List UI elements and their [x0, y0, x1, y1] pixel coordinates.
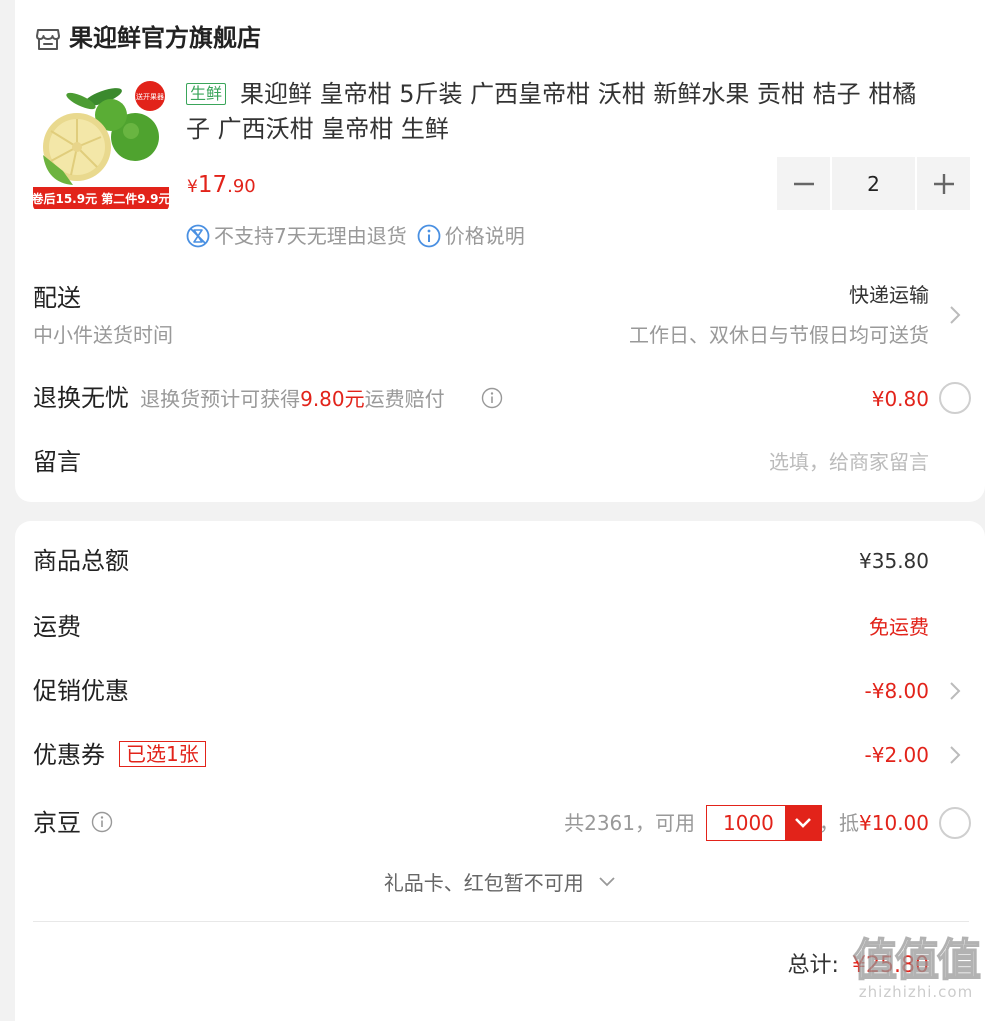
delivery-time[interactable]: 工作日、双休日与节假日均可送货	[629, 321, 929, 349]
site-watermark: 值值值 zhizhizhi.com	[852, 935, 982, 1001]
plus-icon	[933, 173, 954, 194]
return-insurance-amount: 9.80元	[300, 387, 365, 411]
delivery-method[interactable]: 快递运输	[849, 281, 929, 309]
promo-label: 促销优惠	[33, 677, 129, 705]
shipping-value: 免运费	[869, 615, 929, 639]
image-banner-text: 卷后15.9元 第二件9.9元	[33, 191, 169, 206]
coupon-chevron-right-icon[interactable]	[949, 745, 961, 765]
jd-beans-select[interactable]: 1000	[706, 805, 822, 841]
price-decimal: .90	[227, 176, 256, 197]
giftcard-note-row[interactable]: 礼品卡、红包暂不可用	[15, 869, 985, 897]
quantity-stepper: 2	[777, 157, 970, 210]
return-insurance-price: ¥0.80	[871, 387, 929, 411]
jd-beans-dropdown-button[interactable]	[785, 806, 821, 840]
return-insurance-label: 退换无忧	[33, 384, 129, 412]
watermark-big: 值值值	[852, 935, 982, 986]
info-icon	[417, 224, 441, 248]
store-icon	[36, 29, 60, 50]
expand-chevron-down-icon	[599, 877, 615, 887]
watermark-url: zhizhizhi.com	[858, 983, 974, 1001]
promo-value[interactable]: -¥8.00	[865, 677, 929, 705]
coupon-row: 优惠券 已选1张	[33, 739, 206, 771]
store-name[interactable]: 果迎鲜官方旗舰店	[69, 22, 261, 54]
quantity-value[interactable]: 2	[832, 157, 915, 210]
chevron-down-icon	[795, 818, 811, 828]
fresh-tag: 生鲜	[186, 83, 227, 105]
coupon-label: 优惠券	[33, 741, 105, 769]
return-insurance-info-icon[interactable]	[481, 387, 503, 409]
image-badge-text: 送开果器	[136, 92, 164, 101]
jd-beans-total: 共2361，可用	[564, 811, 695, 835]
delivery-label: 配送	[33, 284, 81, 312]
price-integer: 17	[197, 172, 228, 198]
orange-citrus-image: 送开果器 卷后15.9元 第二件9.9元	[33, 81, 169, 209]
total-label: 总计:	[787, 953, 839, 978]
no-return-icon	[186, 224, 210, 248]
product-policy: 不支持7天无理由退货 价格说明	[186, 222, 525, 250]
message-input[interactable]: 选填，给商家留言	[769, 448, 929, 476]
order-summary-card: 商品总额 ¥35.80 运费 免运费 促销优惠 -¥8.00 优惠券 已选1张 -…	[15, 521, 985, 1021]
return-insurance-desc-suffix: 运费赔付	[364, 387, 445, 411]
price-symbol: ¥	[187, 177, 198, 197]
product-image[interactable]: 送开果器 卷后15.9元 第二件9.9元	[33, 75, 169, 211]
jd-beans-deduct-value: ¥10.00	[859, 811, 929, 835]
coupon-selected-tag[interactable]: 已选1张	[119, 741, 206, 767]
product-title-line2[interactable]: 子 广西沃柑 皇帝柑 生鲜	[186, 112, 966, 146]
delivery-sub: 中小件送货时间	[33, 323, 173, 347]
jd-beans-deduct-label: ，抵	[819, 811, 860, 835]
coupon-value[interactable]: -¥2.00	[865, 741, 929, 769]
jd-beans-info-icon[interactable]	[91, 811, 113, 833]
shipping-label: 运费	[33, 613, 81, 641]
return-insurance-desc-prefix: 退换货预计可获得	[140, 387, 301, 411]
minus-icon	[793, 182, 814, 185]
jd-beans-deduct: ，抵¥10.00	[819, 809, 929, 837]
product-price: ¥17.90	[187, 168, 256, 204]
jd-beans-selected-value[interactable]: 1000	[707, 806, 785, 840]
product-title-line1: 果迎鲜 皇帝柑 5斤装 广西皇帝柑 沃柑 新鲜水果 贡柑 桔子 柑橘	[240, 80, 917, 108]
promo-chevron-right-icon[interactable]	[949, 681, 961, 701]
message-label: 留言	[33, 448, 81, 476]
no-return-text[interactable]: 不支持7天无理由退货	[214, 222, 407, 250]
increase-quantity-button[interactable]	[917, 157, 970, 210]
jd-beans-radio[interactable]	[939, 807, 971, 839]
jd-beans-label: 京豆	[33, 809, 81, 837]
giftcard-note: 礼品卡、红包暂不可用	[383, 871, 584, 895]
return-insurance-row: 退换无忧 退换货预计可获得9.80元运费赔付	[33, 382, 445, 414]
order-item-card: 果迎鲜官方旗舰店 送开果器 卷后15.9元 第二件9.9元 生鲜 果迎鲜 皇帝柑 …	[15, 0, 985, 502]
product-title[interactable]: 生鲜 果迎鲜 皇帝柑 5斤装 广西皇帝柑 沃柑 新鲜水果 贡柑 桔子 柑橘	[186, 77, 966, 111]
goods-total-label: 商品总额	[33, 547, 129, 575]
return-insurance-radio[interactable]	[939, 382, 971, 414]
goods-total-value: ¥35.80	[859, 549, 929, 573]
delivery-chevron-right-icon[interactable]	[949, 305, 961, 325]
summary-divider	[33, 921, 969, 922]
decrease-quantity-button[interactable]	[777, 157, 830, 210]
price-explanation-link[interactable]: 价格说明	[445, 222, 525, 250]
